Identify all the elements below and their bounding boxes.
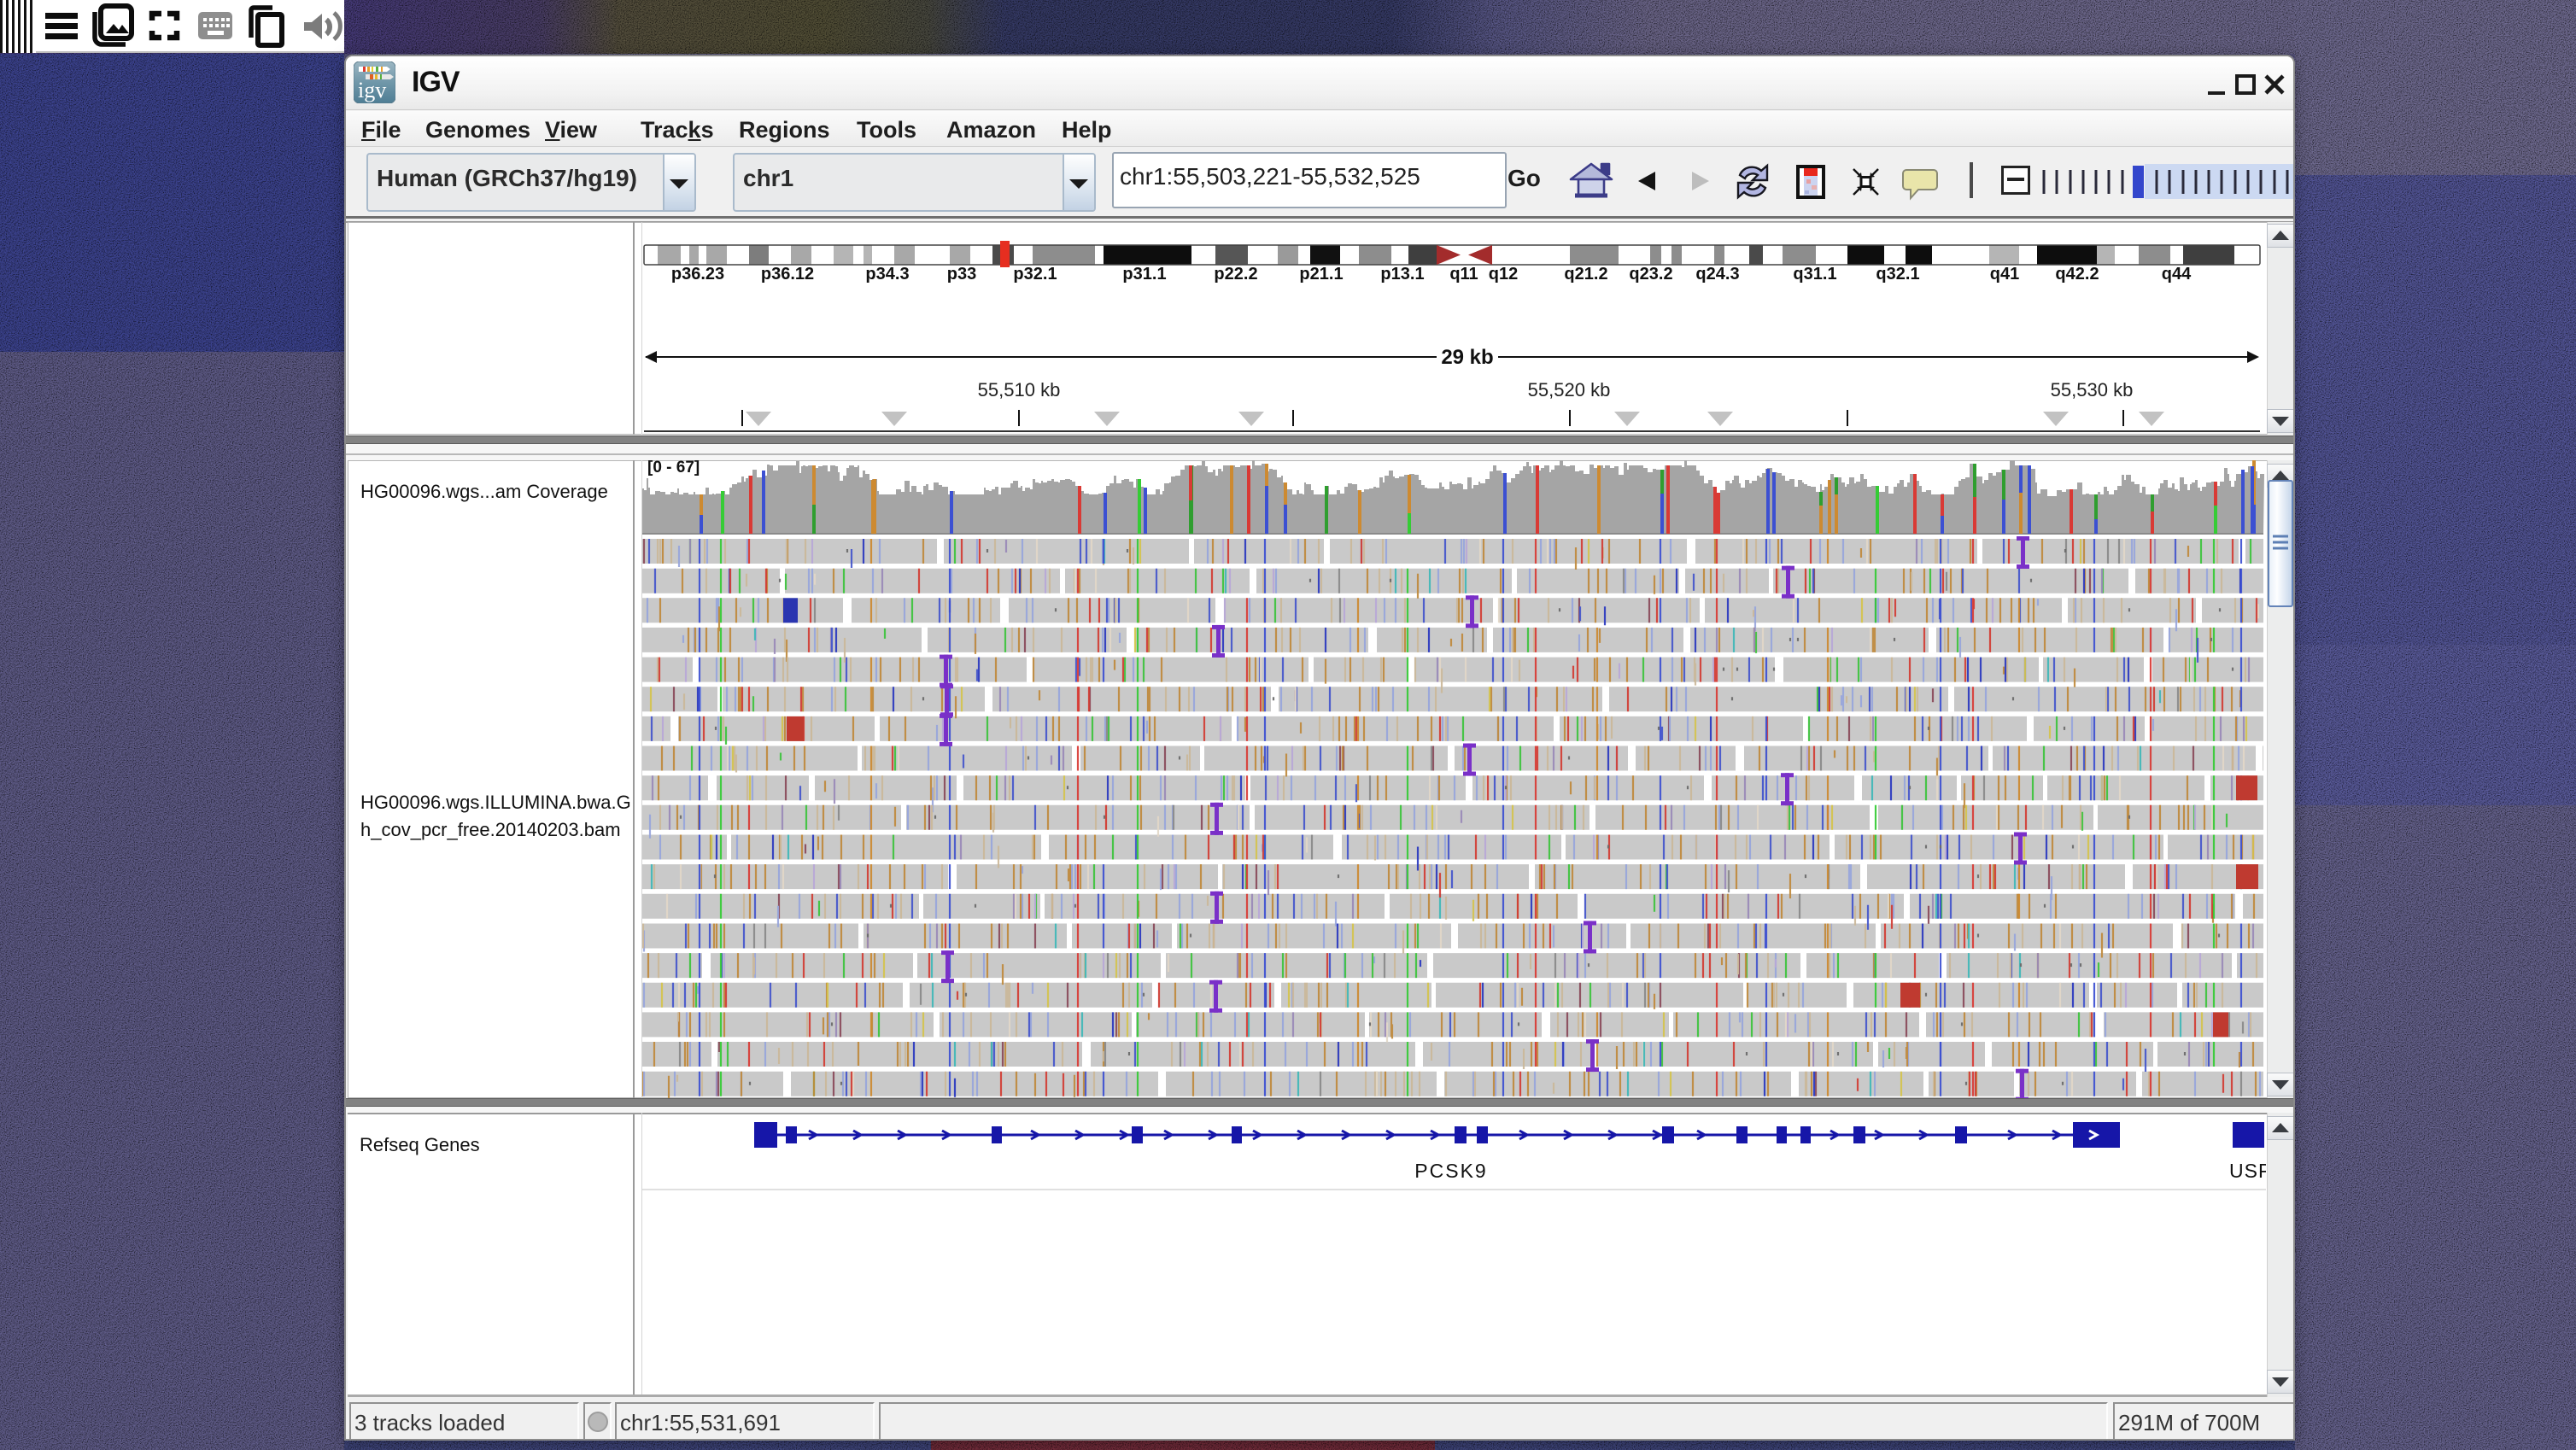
svg-text:q24.3: q24.3 [1695, 265, 1739, 284]
svg-text:USP2: USP2 [2229, 1160, 2266, 1182]
svg-text:q42.2: q42.2 [2055, 265, 2099, 284]
svg-text:[0 - 67]: [0 - 67] [647, 460, 700, 477]
svg-text:p21.1: p21.1 [1299, 265, 1343, 284]
svg-text:55,530 kb: 55,530 kb [2051, 379, 2134, 401]
svg-text:PCSK9: PCSK9 [1414, 1160, 1487, 1182]
svg-text:p34.3: p34.3 [865, 265, 909, 284]
svg-text:q31.1: q31.1 [1793, 265, 1836, 284]
svg-text:q44: q44 [2162, 265, 2192, 284]
svg-text:igv: igv [358, 78, 386, 102]
svg-text:p13.1: p13.1 [1380, 265, 1424, 284]
svg-text:q11: q11 [1449, 265, 1478, 284]
svg-text:q21.2: q21.2 [1564, 265, 1607, 284]
svg-text:p33: p33 [947, 265, 976, 284]
svg-text:p36.23: p36.23 [671, 265, 724, 284]
svg-text:p22.2: p22.2 [1214, 265, 1257, 284]
svg-text:q41: q41 [1990, 265, 2019, 284]
svg-text:55,510 kb: 55,510 kb [978, 379, 1061, 401]
svg-text:29 kb: 29 kb [1441, 346, 1493, 369]
svg-text:q32.1: q32.1 [1876, 265, 1919, 284]
svg-text:p36.12: p36.12 [761, 265, 814, 284]
svg-text:q23.2: q23.2 [1629, 265, 1672, 284]
svg-text:p31.1: p31.1 [1122, 265, 1166, 284]
svg-text:55,520 kb: 55,520 kb [1528, 379, 1611, 401]
svg-text:p32.1: p32.1 [1013, 265, 1057, 284]
svg-text:q12: q12 [1489, 265, 1518, 284]
